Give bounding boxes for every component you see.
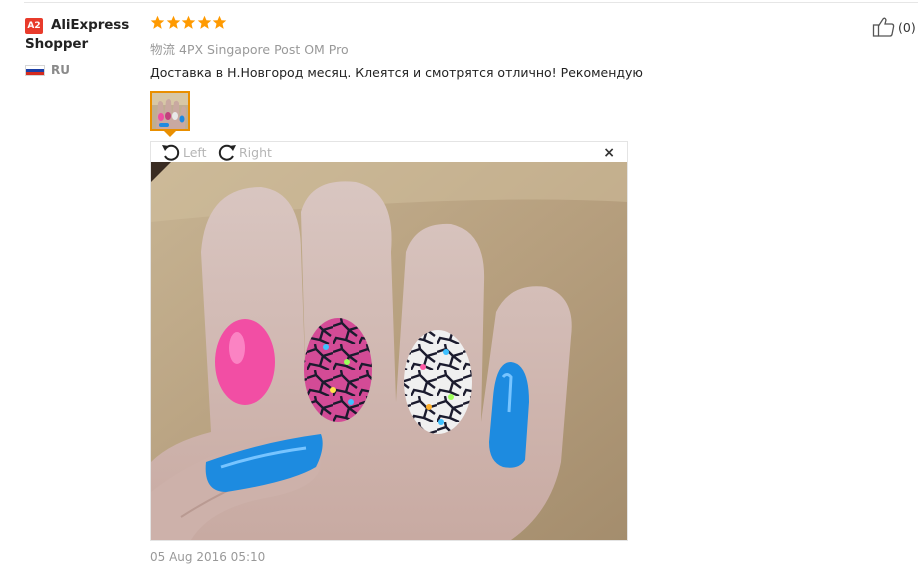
- review-photo: [151, 162, 627, 540]
- viewer-toolbar: Left Right ×: [151, 142, 627, 162]
- star-icon: [197, 15, 211, 29]
- thumbs-up-icon: [872, 17, 895, 37]
- close-viewer-button[interactable]: ×: [603, 144, 615, 162]
- thumbnail-pointer: [164, 131, 176, 137]
- logistics-label: 物流: [150, 42, 176, 57]
- logistics-info: 物流 4PX Singapore Post OM Pro: [150, 39, 349, 58]
- rating-stars: [150, 15, 228, 30]
- helpful-button[interactable]: (0): [872, 16, 916, 38]
- reviewer-country: RU: [51, 63, 70, 77]
- rotate-left-button[interactable]: Left: [160, 142, 207, 162]
- star-icon: [181, 15, 196, 29]
- rotate-right-button[interactable]: Right: [216, 142, 272, 162]
- review-date: 05 Aug 2016 05:10: [150, 550, 266, 564]
- rotate-left-icon: [162, 144, 180, 161]
- logistics-value: 4PX Singapore Post OM Pro: [179, 42, 349, 57]
- russia-flag-icon: [25, 65, 45, 76]
- star-icon: [166, 15, 180, 29]
- star-icon: [212, 15, 227, 29]
- review-divider: [24, 2, 918, 3]
- rotate-right-icon: [218, 144, 236, 161]
- helpful-count: (0): [898, 19, 916, 35]
- rotate-right-label: Right: [239, 144, 272, 160]
- review-photo-thumbnail[interactable]: [150, 91, 190, 131]
- buyer-level-badge: A2: [25, 18, 43, 34]
- review-text: Доставка в Н.Новгород месяц. Клеятся и с…: [150, 65, 643, 80]
- rotate-left-label: Left: [183, 144, 207, 160]
- star-icon: [150, 15, 165, 29]
- photo-viewer: Left Right ×: [150, 141, 628, 541]
